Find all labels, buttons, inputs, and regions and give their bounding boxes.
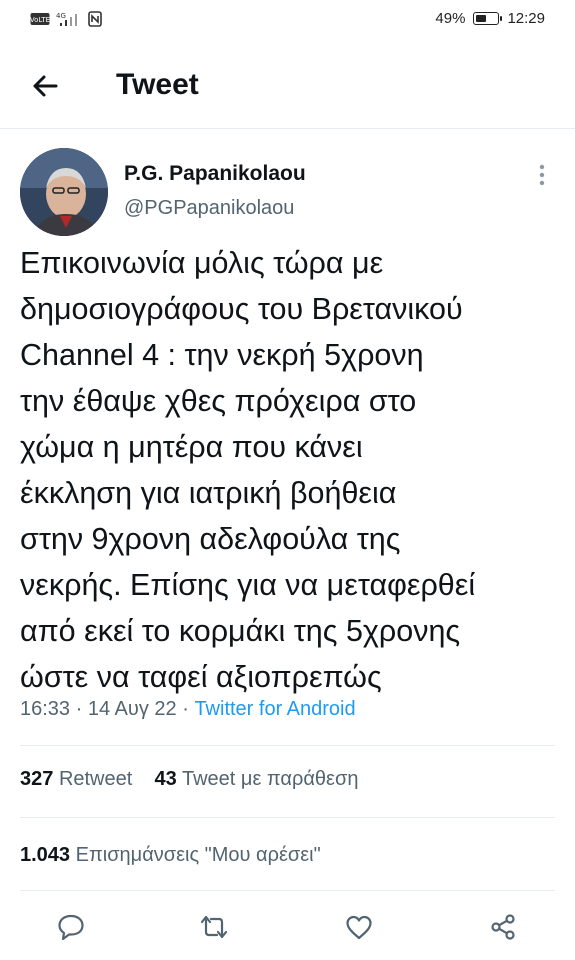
volte-icon: VoLTE bbox=[30, 13, 50, 25]
tweet-source-link[interactable]: Twitter for Android bbox=[194, 698, 355, 720]
quotes-count: 43 bbox=[154, 768, 177, 790]
reply-icon bbox=[58, 914, 84, 941]
battery-fill bbox=[476, 15, 486, 22]
meta-separator: · bbox=[75, 698, 83, 720]
divider bbox=[20, 745, 555, 746]
likes-label: Επισημάνσεις "Μου αρέσει" bbox=[75, 844, 321, 866]
status-left-icons: VoLTE 4G bbox=[30, 11, 102, 27]
retweets-label: Retweet bbox=[58, 768, 133, 790]
nfc-icon bbox=[88, 11, 102, 27]
more-vertical-icon bbox=[539, 164, 545, 186]
meta-separator: · bbox=[182, 698, 189, 720]
avatar[interactable] bbox=[20, 148, 108, 236]
battery-icon bbox=[473, 12, 503, 25]
svg-text:4G: 4G bbox=[56, 12, 66, 20]
arrow-left-icon bbox=[33, 75, 58, 97]
clock: 12:29 bbox=[507, 10, 545, 27]
back-button[interactable] bbox=[26, 68, 66, 104]
reply-button[interactable] bbox=[49, 905, 93, 949]
retweets-count: 327 bbox=[20, 768, 54, 790]
status-right: 49% 12:29 bbox=[435, 10, 545, 27]
author-name[interactable]: P.G. Papanikolaou bbox=[124, 162, 306, 186]
share-button[interactable] bbox=[481, 905, 525, 949]
more-options-button[interactable] bbox=[532, 160, 552, 190]
quotes-label: Tweet με παράθεση bbox=[182, 768, 359, 790]
page-title: Tweet bbox=[116, 68, 199, 101]
heart-icon bbox=[346, 915, 372, 940]
tweet-date: 14 Αυγ 22 bbox=[87, 698, 177, 720]
svg-text:VoLTE: VoLTE bbox=[30, 16, 50, 24]
retweet-icon bbox=[200, 915, 228, 939]
tweet-meta: 16:33 · 14 Αυγ 22 · Twitter for Android bbox=[20, 698, 356, 721]
retweets-link[interactable]: 327 Retweet bbox=[20, 768, 132, 790]
divider bbox=[20, 890, 555, 891]
retweet-stats: 327 Retweet 43 Tweet με παράθεση bbox=[20, 768, 358, 791]
4g-signal-icon: 4G bbox=[56, 12, 77, 26]
retweet-button[interactable] bbox=[192, 905, 236, 949]
tweet-time: 16:33 bbox=[20, 698, 71, 720]
share-icon bbox=[491, 914, 515, 940]
likes-count: 1.043 bbox=[20, 844, 71, 866]
divider bbox=[20, 817, 555, 818]
tweet-actions bbox=[0, 905, 575, 949]
app-header: Tweet bbox=[0, 50, 575, 129]
battery-percent: 49% bbox=[435, 10, 466, 27]
likes-stats[interactable]: 1.043 Επισημάνσεις "Μου αρέσει" bbox=[20, 844, 321, 867]
avatar-photo bbox=[20, 148, 108, 236]
tweet-text: Επικοινωνία μόλις τώρα με δημοσιογράφους… bbox=[20, 246, 476, 694]
like-button[interactable] bbox=[337, 905, 381, 949]
quotes-link[interactable]: 43 Tweet με παράθεση bbox=[155, 768, 359, 790]
author-handle[interactable]: @PGPapanikolaou bbox=[124, 197, 294, 220]
status-bar: VoLTE 4G 49% 12:29 bbox=[0, 0, 575, 44]
